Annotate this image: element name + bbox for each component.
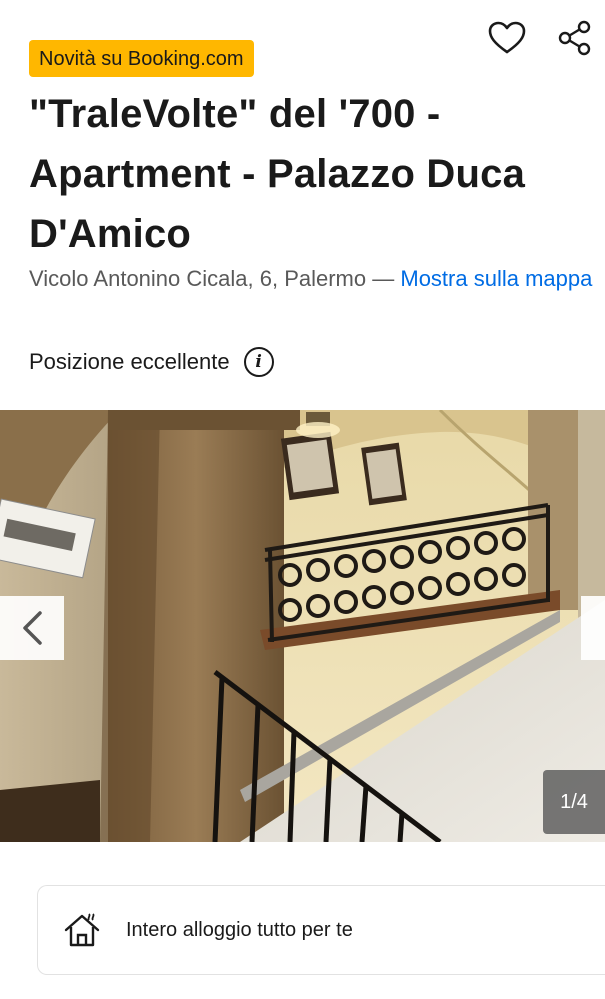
property-title: "TraleVolte" del '700 - Apartment - Pala… [29,92,526,256]
share-nodes-icon[interactable] [555,18,595,58]
info-icon[interactable]: i [243,347,274,377]
show-on-map-link[interactable]: Mostra sulla mappa [400,266,592,291]
house-icon [64,913,100,947]
location-rating-label: Posizione eccellente [29,349,230,374]
gallery-photo [0,410,605,842]
feature-label: Intero alloggio tutto per te [126,918,353,941]
feature-card: Intero alloggio tutto per te [37,885,605,975]
gallery-next-button[interactable] [581,596,605,660]
gallery-prev-button[interactable] [0,596,64,660]
photo-gallery[interactable]: 1/4 [0,410,605,842]
heart-outline-icon[interactable] [487,18,527,58]
address-separator: — [372,266,395,291]
property-page: Novità su Booking.com "TraleVolte" del '… [0,0,605,999]
photo-counter: 1/4 [543,770,605,834]
chevron-left-icon [23,611,42,645]
header-actions [487,18,595,58]
address-text: Vicolo Antonino Cicala, 6, Palermo [29,266,367,291]
property-address-block: Vicolo Antonino Cicala, 6, Palermo — Mos… [29,261,594,297]
location-rating: Posizione eccellente i [29,347,274,377]
new-on-booking-badge: Novità su Booking.com [29,40,254,77]
